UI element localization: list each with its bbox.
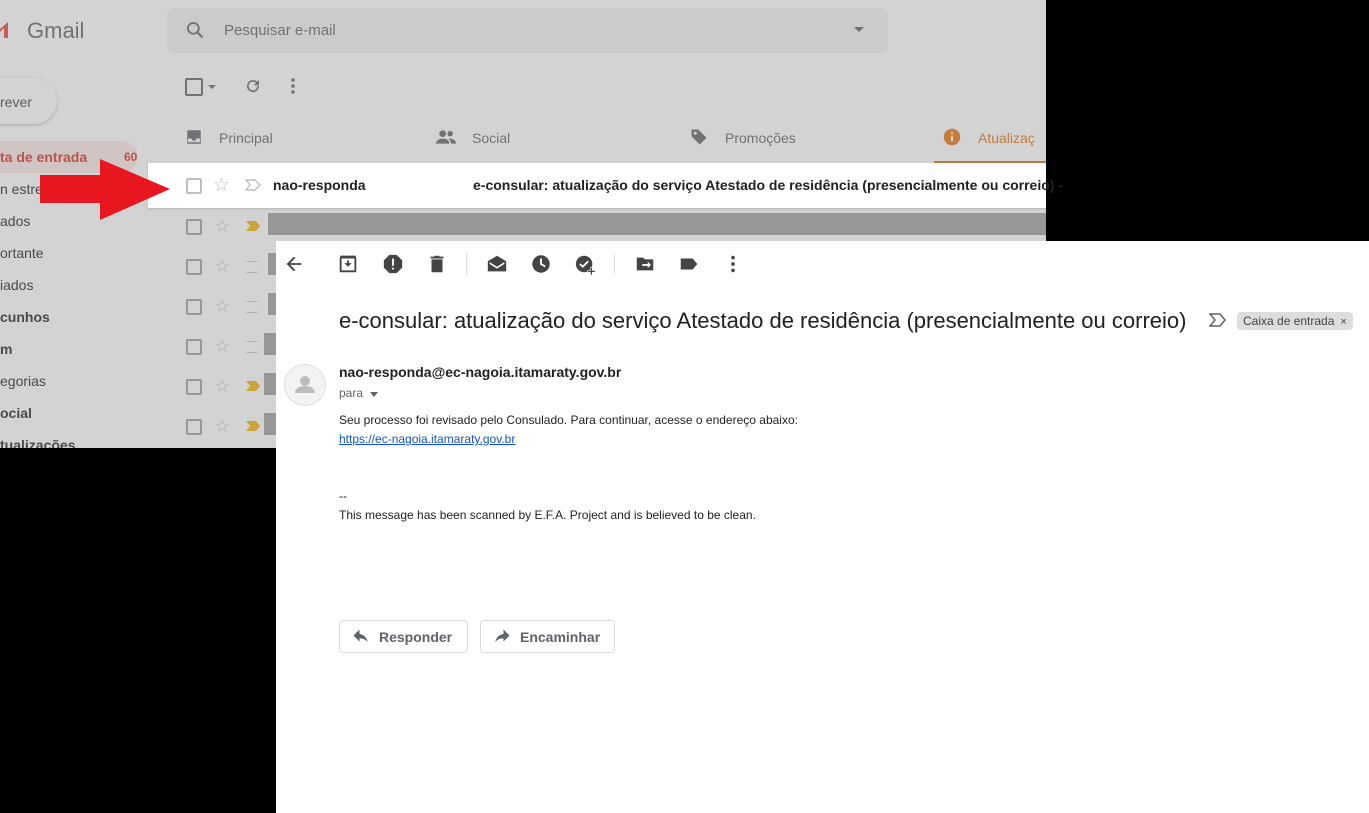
back-arrow-icon[interactable] <box>283 253 305 275</box>
redacted-row <box>264 413 276 435</box>
archive-icon[interactable] <box>337 253 359 275</box>
sidebar-item-sent[interactable]: iados <box>0 277 33 293</box>
reply-icon <box>353 629 368 643</box>
reply-button[interactable]: Responder <box>339 620 468 653</box>
star-icon[interactable]: ☆ <box>214 336 230 357</box>
report-spam-icon[interactable] <box>382 253 404 275</box>
toolbar-divider <box>466 253 467 275</box>
important-marker-icon[interactable] <box>1209 313 1227 327</box>
red-arrow-icon <box>40 159 170 220</box>
email-row-highlighted[interactable]: ☆ nao-responda e-consular: atualização d… <box>148 163 1063 208</box>
inbox-label-chip[interactable]: Caixa de entrada × <box>1237 312 1353 330</box>
row-checkbox[interactable] <box>186 379 202 395</box>
more-vert-icon[interactable] <box>722 253 744 275</box>
email-body-link[interactable]: https://ec-nagoia.itamaraty.gov.br <box>339 432 515 446</box>
row-sender: nao-responda <box>273 177 366 193</box>
email-body-line: Seu processo foi revisado pelo Consulado… <box>339 413 798 427</box>
sender-address: nao-responda@ec-nagoia.itamaraty.gov.br <box>339 364 622 380</box>
remove-label-icon[interactable]: × <box>1340 316 1346 328</box>
refresh-icon[interactable] <box>244 77 262 95</box>
tab-social[interactable]: Social <box>472 130 510 146</box>
important-marker-icon[interactable] <box>246 381 260 391</box>
delete-icon[interactable] <box>426 253 448 275</box>
sidebar-item-drafts[interactable]: cunhos <box>0 309 50 325</box>
sidebar-item-snoozed[interactable]: ados <box>0 213 30 229</box>
email-view-panel: e-consular: atualização do serviço Atest… <box>276 241 1369 813</box>
tab-principal[interactable]: Principal <box>219 130 273 146</box>
avatar <box>284 364 326 406</box>
mark-unread-icon[interactable] <box>486 253 508 275</box>
row-checkbox[interactable] <box>186 178 202 194</box>
redacted-row <box>268 253 276 275</box>
signature-separator: -- <box>339 489 347 503</box>
compose-label: rever <box>0 94 32 110</box>
star-icon[interactable]: ☆ <box>214 376 230 397</box>
email-footer-text: This message has been scanned by E.F.A. … <box>339 508 756 522</box>
info-icon <box>943 128 961 146</box>
email-subject: e-consular: atualização do serviço Atest… <box>339 308 1187 333</box>
label-chip-text: Caixa de entrada <box>1243 314 1335 328</box>
row-checkbox[interactable] <box>186 339 202 355</box>
more-options-icon[interactable] <box>290 77 296 95</box>
app-logo-text: Gmail <box>27 18 85 43</box>
search-options-icon[interactable] <box>854 27 864 32</box>
default-avatar-icon <box>295 376 315 393</box>
label-icon[interactable] <box>678 253 700 275</box>
row-checkbox[interactable] <box>186 299 202 315</box>
row-checkbox[interactable] <box>186 259 202 275</box>
star-icon[interactable]: ☆ <box>214 296 230 317</box>
important-marker-icon[interactable] <box>246 221 260 231</box>
star-icon[interactable]: ☆ <box>214 416 230 437</box>
recipient-label[interactable]: para <box>339 386 363 400</box>
star-icon[interactable]: ☆ <box>214 216 230 237</box>
select-menu-caret-icon[interactable] <box>208 85 216 89</box>
tag-icon <box>691 129 707 145</box>
search-placeholder: Pesquisar e-mail <box>224 22 336 39</box>
snooze-icon[interactable] <box>530 253 552 275</box>
forward-label: Encaminhar <box>520 629 601 645</box>
important-marker-icon[interactable] <box>246 301 262 313</box>
forward-icon <box>495 629 510 643</box>
reply-label: Responder <box>379 629 453 645</box>
redacted-row <box>264 373 276 395</box>
sidebar-item-starred[interactable]: n estre <box>0 181 43 197</box>
star-icon[interactable]: ☆ <box>213 174 230 197</box>
important-marker-icon[interactable] <box>246 341 262 353</box>
search-icon[interactable] <box>185 20 205 40</box>
star-icon[interactable]: ☆ <box>214 256 230 277</box>
select-all-checkbox[interactable] <box>185 78 203 96</box>
add-task-icon[interactable] <box>574 253 596 275</box>
row-checkbox[interactable] <box>186 219 202 235</box>
sidebar-item-categories[interactable]: egorias <box>0 373 46 389</box>
forward-button[interactable]: Encaminhar <box>480 620 615 653</box>
toolbar-divider <box>614 253 615 275</box>
recipient-details-caret-icon[interactable] <box>370 392 378 397</box>
redacted-row <box>268 293 276 315</box>
inbox-icon <box>187 130 201 144</box>
sidebar-item-updates[interactable]: tualizações <box>0 437 75 448</box>
row-checkbox[interactable] <box>186 419 202 435</box>
sidebar-item-spam[interactable]: m <box>0 341 12 357</box>
people-icon <box>436 130 456 144</box>
sidebar-item-important[interactable]: ortante <box>0 245 44 261</box>
sidebar-item-social[interactable]: ocial <box>0 405 32 421</box>
redacted-row <box>268 213 1046 235</box>
important-marker-icon[interactable] <box>246 421 260 431</box>
gmail-logo-icon <box>0 22 8 38</box>
tab-promocoes[interactable]: Promoções <box>725 130 796 146</box>
important-marker-icon[interactable] <box>245 179 261 191</box>
redacted-row <box>264 333 276 355</box>
important-marker-icon[interactable] <box>246 261 262 273</box>
tab-atualizacoes[interactable]: Atualizaç <box>978 130 1035 146</box>
move-to-icon[interactable] <box>634 253 656 275</box>
row-subject: e-consular: atualização do serviço Atest… <box>473 177 1063 193</box>
